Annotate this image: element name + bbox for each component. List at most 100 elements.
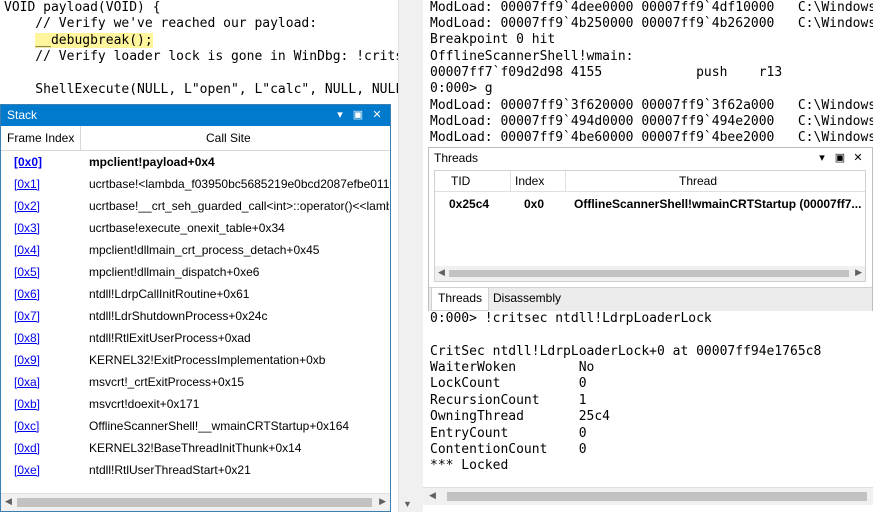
dropdown-icon[interactable]: ▾ — [332, 107, 348, 123]
code-line[interactable]: ShellExecute(NULL, L"open", L"calc", NUL… — [4, 82, 411, 97]
frame-index-link[interactable]: [0x6] — [14, 287, 40, 301]
close-icon[interactable]: ✕ — [369, 107, 385, 123]
stack-frame-row[interactable]: [0xd] KERNEL32!BaseThreadInitThunk+0x14 — [1, 437, 390, 459]
output-horizontal-scrollbar[interactable]: ◀ — [423, 487, 873, 505]
frame-index-link[interactable]: [0x3] — [14, 221, 40, 235]
column-tid[interactable]: TID — [451, 174, 470, 188]
output-line: RecursionCount 1 — [430, 393, 587, 408]
output-line: 00007ff7`f09d2d98 4155 push r13 — [430, 65, 783, 80]
stack-frame-row[interactable]: [0xa] msvcrt!_crtExitProcess+0x15 — [1, 371, 390, 393]
output-line: CritSec ntdll!LdrpLoaderLock+0 at 00007f… — [430, 344, 822, 359]
output-line: *** Locked — [430, 458, 509, 473]
threads-title-bar[interactable]: Threads ▾ ▣ ✕ — [429, 148, 872, 169]
editor-vertical-scrollbar[interactable]: ▼ — [398, 0, 416, 512]
scroll-right-icon[interactable]: ▶ — [379, 496, 386, 507]
tab-disassembly[interactable]: Disassembly — [487, 288, 567, 310]
stack-column-header: Frame Index Call Site — [1, 126, 390, 151]
call-site: msvcrt!doexit+0x171 — [89, 397, 200, 411]
call-site: ucrtbase!<lambda_f03950bc5685219e0bcd208… — [89, 177, 389, 191]
pin-icon[interactable]: ▣ — [350, 107, 366, 123]
dropdown-icon[interactable]: ▾ — [814, 150, 830, 166]
threads-horizontal-scrollbar[interactable]: ◀ ▶ — [435, 266, 865, 281]
column-call-site[interactable]: Call Site — [206, 131, 251, 145]
output-line: LockCount 0 — [430, 376, 587, 391]
threads-tab-strip: Threads Disassembly — [429, 287, 872, 311]
stack-frame-row[interactable]: [0x8] ntdll!RtlExitUserProcess+0xad — [1, 327, 390, 349]
stack-horizontal-scrollbar[interactable]: ◀ ▶ — [1, 493, 390, 511]
stack-frame-row[interactable]: [0x9] KERNEL32!ExitProcessImplementation+… — [1, 349, 390, 371]
stack-frame-row[interactable]: [0x2] ucrtbase!__crt_seh_guarded_call<int… — [1, 195, 390, 217]
frame-index-link[interactable]: [0x8] — [14, 331, 40, 345]
threads-title: Threads — [434, 151, 479, 165]
call-site: ntdll!RtlUserThreadStart+0x21 — [89, 463, 251, 477]
scroll-thumb[interactable] — [449, 270, 849, 277]
call-site: mpclient!dllmain_crt_process_detach+0x45 — [89, 243, 320, 257]
frame-index-link[interactable]: [0xd] — [14, 441, 40, 455]
scroll-thumb[interactable] — [447, 492, 867, 501]
stack-frame-row[interactable]: [0xc] OfflineScannerShell!__wmainCRTStart… — [1, 415, 390, 437]
stack-title: Stack — [7, 108, 38, 122]
call-site: ucrtbase!execute_onexit_table+0x34 — [89, 221, 285, 235]
call-site: mpclient!dllmain_dispatch+0xe6 — [89, 265, 260, 279]
frame-index-link[interactable]: [0x7] — [14, 309, 40, 323]
call-site: KERNEL32!BaseThreadInitThunk+0x14 — [89, 441, 302, 455]
stack-frame-row[interactable]: [0x4] mpclient!dllmain_crt_process_detach… — [1, 239, 390, 261]
scroll-down-icon[interactable]: ▼ — [403, 499, 412, 509]
scroll-left-icon[interactable]: ◀ — [429, 490, 436, 501]
threads-column-header: TID Index Thread — [435, 171, 865, 192]
call-site: KERNEL32!ExitProcessImplementation+0xb — [89, 353, 326, 367]
debugbreak-call[interactable]: __debugbreak(); — [35, 33, 153, 48]
output-line: ContentionCount 0 — [430, 442, 587, 457]
stack-window[interactable]: Stack ▾ ▣ ✕ Frame Index Call Site [0x0] m… — [0, 104, 391, 512]
stack-frame-row[interactable]: [0x7] ntdll!LdrShutdownProcess+0x24c — [1, 305, 390, 327]
code-comment-line[interactable]: // Verify loader lock is gone in WinDbg:… — [4, 49, 411, 64]
scroll-left-icon[interactable]: ◀ — [438, 267, 445, 278]
column-index[interactable]: Index — [515, 174, 544, 188]
pin-icon[interactable]: ▣ — [832, 150, 848, 166]
stack-frame-row[interactable]: [0x5] mpclient!dllmain_dispatch+0xe6 — [1, 261, 390, 283]
column-frame-index[interactable]: Frame Index — [7, 131, 74, 145]
frame-index-link[interactable]: [0x5] — [14, 265, 40, 279]
stack-frame-row[interactable]: [0xe] ntdll!RtlUserThreadStart+0x21 — [1, 459, 390, 481]
thread-name: OfflineScannerShell!wmainCRTStartup (000… — [574, 197, 862, 211]
frame-index-link[interactable]: [0x0] — [14, 155, 42, 169]
stack-frame-row[interactable]: [0x3] ucrtbase!execute_onexit_table+0x34 — [1, 217, 390, 239]
code-comment-line[interactable]: // Verify we've reached our payload: — [4, 16, 317, 31]
thread-tid: 0x25c4 — [449, 197, 490, 211]
threads-window[interactable]: Threads ▾ ▣ ✕ TID Index Thread 0x25c4 0x… — [428, 147, 873, 311]
code-line-breakpoint[interactable]: __debugbreak(); — [4, 33, 153, 48]
call-site: ntdll!RtlExitUserProcess+0xad — [89, 331, 251, 345]
frame-index-link[interactable]: [0x1] — [14, 177, 40, 191]
call-site: mpclient!payload+0x4 — [89, 155, 215, 169]
threads-grid[interactable]: TID Index Thread 0x25c4 0x0 OfflineScann… — [434, 170, 866, 282]
call-site: OfflineScannerShell!__wmainCRTStartup+0x… — [89, 419, 350, 433]
output-line: ModLoad: 00007ff9`3f620000 00007ff9`3f62… — [430, 98, 873, 113]
scroll-left-icon[interactable]: ◀ — [5, 496, 12, 507]
thread-row[interactable]: 0x25c4 0x0 OfflineScannerShell!wmainCRTS… — [435, 195, 865, 213]
scroll-right-icon[interactable]: ▶ — [855, 267, 862, 278]
output-line: EntryCount 0 — [430, 426, 587, 441]
frame-index-link[interactable]: [0x9] — [14, 353, 40, 367]
stack-frame-row[interactable]: [0x6] ntdll!LdrpCallInitRoutine+0x61 — [1, 283, 390, 305]
close-icon[interactable]: ✕ — [850, 150, 866, 166]
column-thread[interactable]: Thread — [679, 174, 717, 188]
pane-splitter[interactable] — [415, 0, 423, 512]
stack-title-bar[interactable]: Stack ▾ ▣ ✕ — [1, 105, 390, 126]
stack-frame-row[interactable]: [0x0] mpclient!payload+0x4 — [1, 151, 390, 173]
stack-frame-row[interactable]: [0x1] ucrtbase!<lambda_f03950bc5685219e0b… — [1, 173, 390, 195]
output-line: 0:000> !critsec ntdll!LdrpLoaderLock — [430, 311, 712, 326]
stack-frame-row[interactable]: [0xb] msvcrt!doexit+0x171 — [1, 393, 390, 415]
tab-threads[interactable]: Threads — [431, 288, 490, 311]
output-line: OwningThread 25c4 — [430, 409, 611, 424]
frame-index-link[interactable]: [0xa] — [14, 375, 40, 389]
scroll-thumb[interactable] — [17, 498, 372, 507]
frame-index-link[interactable]: [0xc] — [14, 419, 39, 433]
frame-index-link[interactable]: [0x2] — [14, 199, 40, 213]
output-line: ModLoad: 00007ff9`4b250000 00007ff9`4b26… — [430, 16, 873, 31]
output-line: Breakpoint 0 hit — [430, 32, 556, 47]
frame-index-link[interactable]: [0xe] — [14, 463, 40, 477]
call-site: ucrtbase!__crt_seh_guarded_call<int>::op… — [89, 199, 389, 213]
frame-index-link[interactable]: [0x4] — [14, 243, 40, 257]
frame-index-link[interactable]: [0xb] — [14, 397, 40, 411]
code-line[interactable]: VOID payload(VOID) { — [4, 0, 161, 15]
